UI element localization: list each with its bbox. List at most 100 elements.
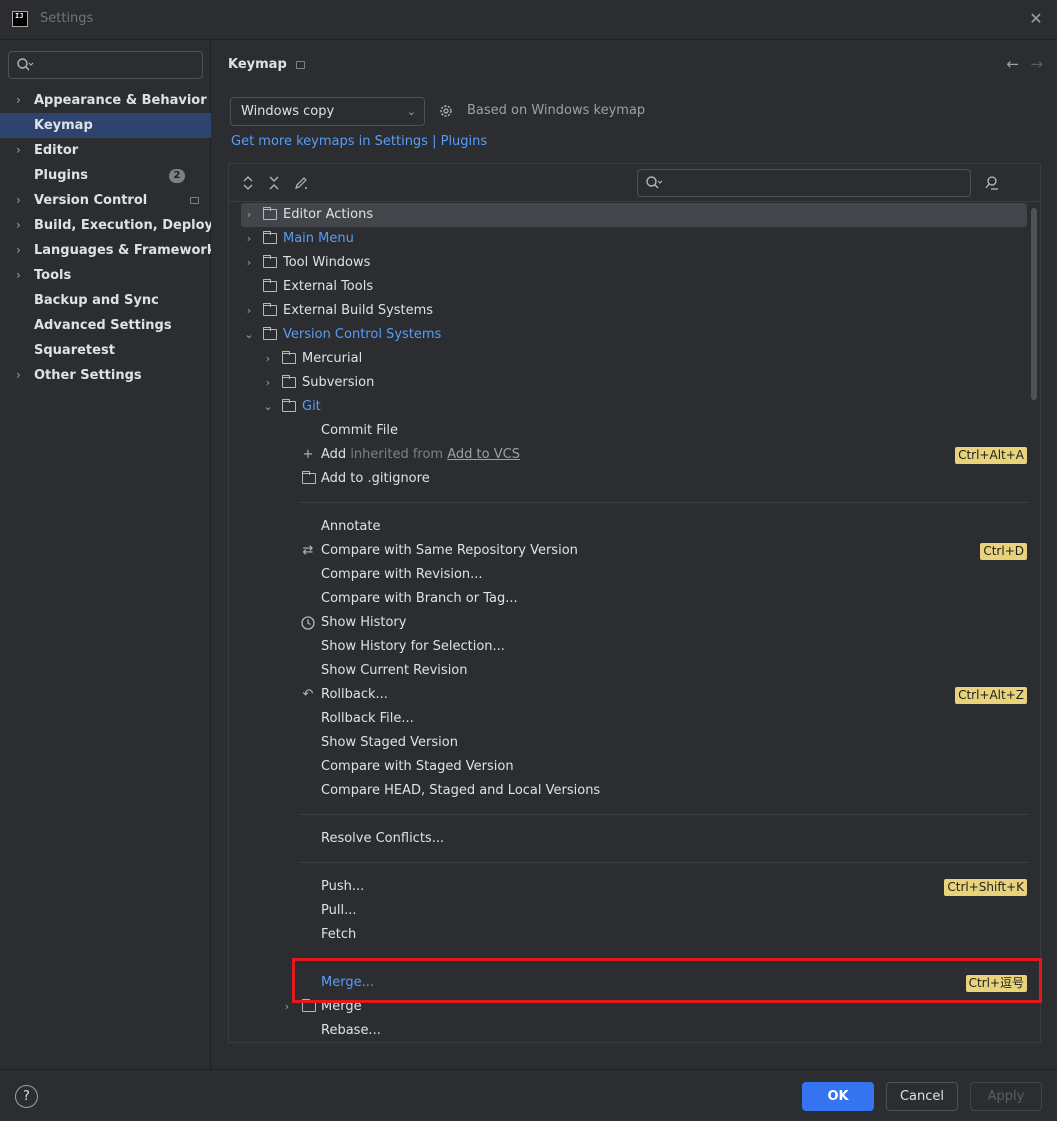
tree-node-label: External Build Systems [283,303,434,318]
sidebar-item-languages[interactable]: › Languages & Frameworks [0,238,211,263]
action-compare-staged[interactable]: Compare with Staged Version [229,755,1029,779]
action-compare-head[interactable]: Compare HEAD, Staged and Local Versions [229,779,1029,803]
action-add[interactable]: + Add inherited from Add to VCS Ctrl+Alt… [229,443,1029,467]
keymap-page: Keymap ← → Windows copy ⌄ Based on Windo… [212,41,1057,1069]
help-icon[interactable]: ? [15,1085,38,1108]
chevron-right-icon: › [16,93,21,107]
tree-node-git[interactable]: ⌄ Git [229,395,1029,419]
tree-node-external-tools[interactable]: External Tools [229,275,1029,299]
sidebar-item-label: Appearance & Behavior [34,93,207,108]
sidebar-item-label: Backup and Sync [34,293,159,308]
action-label: Rollback File... [321,711,414,726]
sidebar-item-other[interactable]: › Other Settings [0,363,211,388]
tree-node-subversion[interactable]: › Subversion [229,371,1029,395]
shortcut-badge: Ctrl+Alt+A [955,447,1027,464]
inherited-from-link[interactable]: Add to VCS [447,447,520,462]
action-label: Show Staged Version [321,735,458,750]
chevron-right-icon: › [16,368,21,382]
action-annotate[interactable]: Annotate [229,515,1029,539]
sidebar-item-label: Advanced Settings [34,318,172,333]
sidebar-item-label: Keymap [34,118,93,133]
tree-node-tool-windows[interactable]: › Tool Windows [229,251,1029,275]
sidebar-item-backup[interactable]: Backup and Sync [0,288,211,313]
forward-arrow-icon[interactable]: → [1030,55,1043,73]
tree-node-vcs[interactable]: ⌄ Version Control Systems [229,323,1029,347]
sidebar-item-tools[interactable]: › Tools [0,263,211,288]
action-compare-branch[interactable]: Compare with Branch or Tag... [229,587,1029,611]
action-rollback-file[interactable]: Rollback File... [229,707,1029,731]
gear-icon[interactable] [438,103,454,119]
sidebar-item-label: Plugins [34,168,88,183]
actions-search-input[interactable] [637,169,971,197]
ok-button[interactable]: OK [802,1082,874,1111]
collapse-all-icon[interactable] [265,174,283,192]
sidebar-item-appearance[interactable]: › Appearance & Behavior [0,88,211,113]
action-rollback[interactable]: ↶ Rollback... Ctrl+Alt+Z [229,683,1029,707]
action-resolve-conflicts[interactable]: Resolve Conflicts... [229,827,1029,851]
get-more-keymaps-link[interactable]: Get more keymaps in Settings | Plugins [231,134,487,149]
sidebar-item-version-control[interactable]: › Version Control [0,188,211,213]
sidebar-item-build[interactable]: › Build, Execution, Deployment [0,213,211,238]
action-rebase[interactable]: Rebase... [229,1019,1029,1042]
sidebar-item-squaretest[interactable]: Squaretest [0,338,211,363]
sidebar-item-label: Squaretest [34,343,115,358]
tree-scrollbar[interactable] [1031,208,1037,400]
tree-node-external-build-systems[interactable]: › External Build Systems [229,299,1029,323]
expand-all-icon[interactable] [239,174,257,192]
sidebar-item-plugins[interactable]: Plugins 2 [0,163,211,188]
keymap-tree-panel: › Editor Actions › Main Menu › Tool Wind… [228,163,1041,1043]
action-compare-same-repo[interactable]: ⇄ Compare with Same Repository Version C… [229,539,1029,563]
action-show-history[interactable]: Show History [229,611,1029,635]
chevron-right-icon: › [246,304,252,317]
tree-node-label: Version Control Systems [283,327,442,342]
sidebar-list: › Appearance & Behavior Keymap › Editor Pl… [0,88,211,388]
search-icon [17,58,34,71]
sidebar-search-input[interactable] [8,51,203,79]
separator [229,803,1029,827]
action-label: Show History for Selection... [321,639,505,654]
apply-button[interactable]: Apply [970,1082,1042,1111]
chevron-right-icon: › [246,232,252,245]
tree-node-label: Editor Actions [283,207,374,222]
undo-icon: ↶ [302,687,314,702]
edit-shortcut-icon[interactable] [292,174,310,192]
clock-icon [301,616,315,630]
folder-gear-icon [263,303,277,316]
action-commit-file[interactable]: Commit File [229,419,1029,443]
action-show-current-revision[interactable]: Show Current Revision [229,659,1029,683]
inherited-label: inherited from [350,447,444,462]
action-label: Rebase... [321,1023,381,1038]
folder-icon [263,255,277,268]
chevron-right-icon: › [16,268,21,282]
sidebar-item-advanced[interactable]: Advanced Settings [0,313,211,338]
back-arrow-icon[interactable]: ← [1006,55,1019,73]
sidebar-item-label: Editor [34,143,79,158]
folder-icon [282,351,296,364]
chevron-right-icon: › [246,208,252,221]
cancel-button[interactable]: Cancel [886,1082,958,1111]
action-fetch[interactable]: Fetch [229,923,1029,947]
tree-node-label: Main Menu [283,231,354,246]
find-by-shortcut-icon[interactable] [983,174,1001,192]
sidebar-item-label: Languages & Frameworks [34,243,211,258]
tree-node-editor-actions[interactable]: › Editor Actions [241,203,1027,227]
tree-node-mercurial[interactable]: › Mercurial [229,347,1029,371]
action-pull[interactable]: Pull... [229,899,1029,923]
plugins-count-badge: 2 [169,169,185,183]
sidebar-item-editor[interactable]: › Editor [0,138,211,163]
action-label: Fetch [321,927,357,942]
folder-icon [263,231,277,244]
action-show-staged[interactable]: Show Staged Version [229,731,1029,755]
keymap-dropdown[interactable]: Windows copy ⌄ [230,97,425,126]
keymap-tree: › Editor Actions › Main Menu › Tool Wind… [229,203,1029,1042]
chevron-down-icon: ⌄ [263,400,273,413]
action-compare-revision[interactable]: Compare with Revision... [229,563,1029,587]
action-add-to-gitignore[interactable]: Add to .gitignore [229,467,1029,491]
action-label: Compare HEAD, Staged and Local Versions [321,783,601,798]
close-icon[interactable]: ✕ [1025,8,1047,30]
action-push[interactable]: Push... Ctrl+Shift+K [229,875,1029,899]
sidebar-item-keymap[interactable]: Keymap [0,113,211,138]
action-show-history-selection[interactable]: Show History for Selection... [229,635,1029,659]
tree-node-main-menu[interactable]: › Main Menu [229,227,1029,251]
action-label: Add [321,447,347,462]
